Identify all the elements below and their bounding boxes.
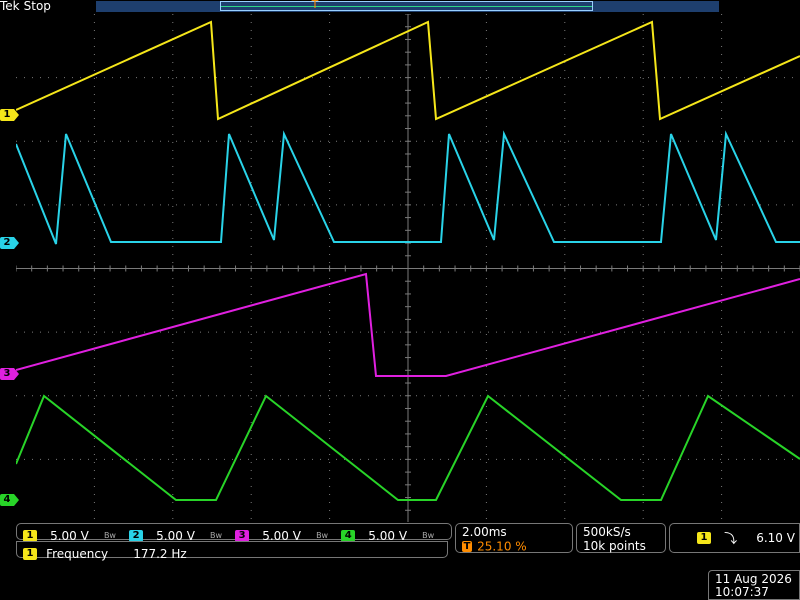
trigger-level: 6.10 V <box>756 530 795 545</box>
channel-1-ground-marker[interactable]: 1 <box>0 109 19 121</box>
channel-2-ground-marker[interactable]: 2 <box>0 237 19 249</box>
brand-status: Tek Stop <box>0 0 51 13</box>
record-length: 10k points <box>583 539 646 553</box>
channel-2-marker-label: 2 <box>3 237 11 248</box>
channel-4-marker-label: 4 <box>3 494 11 505</box>
bandwidth-limit-icon: Bw <box>103 531 116 540</box>
channel-scale-readout[interactable]: 1 5.00 V Bw 2 5.00 V Bw 3 5.00 V Bw 4 5.… <box>16 523 452 543</box>
horizontal-readout[interactable]: 2.00ms T 25.10 % <box>455 523 573 554</box>
measurement-label: Frequency <box>46 546 109 561</box>
acquisition-state: Stop <box>23 0 51 13</box>
graticule-grid <box>16 14 800 523</box>
trigger-position-value: 25.10 % <box>477 539 527 554</box>
acquisition-readout[interactable]: 500kS/s 10k points <box>576 523 666 553</box>
channel-4-badge: 4 <box>341 529 356 542</box>
readout-panel: 1 5.00 V Bw 2 5.00 V Bw 3 5.00 V Bw 4 5.… <box>0 522 800 600</box>
channel-1-marker-label: 1 <box>3 109 11 120</box>
top-status-bar: Tek Stop T <box>0 0 800 14</box>
trigger-source-badge: 1 <box>697 531 711 544</box>
trigger-readout[interactable]: 1 ⤵ 6.10 V <box>669 523 800 553</box>
channel-1-badge: 1 <box>23 529 37 542</box>
measurement-readout[interactable]: 1 Frequency 177.2 Hz <box>16 541 448 561</box>
sample-rate: 500kS/s <box>583 525 631 539</box>
channel-2-badge: 2 <box>129 529 144 542</box>
channel-3-badge: 3 <box>235 529 250 542</box>
channel-3-marker-label: 3 <box>3 368 11 379</box>
waveform-display[interactable] <box>16 14 800 523</box>
trigger-position-marker[interactable]: T <box>310 0 320 12</box>
trigger-position-icon: T <box>462 541 472 552</box>
channel-3-ground-marker[interactable]: 3 <box>0 368 19 380</box>
bandwidth-limit-icon: Bw <box>316 531 329 540</box>
measurement-value: 177.2 Hz <box>133 546 187 561</box>
date-time-display: 11 Aug 2026 10:07:37 <box>708 570 800 600</box>
measurement-channel-badge: 1 <box>23 547 37 560</box>
falling-edge-icon: ⤵ <box>724 532 738 547</box>
time-per-division: 2.00ms <box>462 525 507 539</box>
time: 10:07:37 <box>715 585 769 599</box>
channel-4-ground-marker[interactable]: 4 <box>0 494 19 506</box>
brand-logo: Tek <box>0 0 20 13</box>
record-view-window[interactable] <box>220 1 593 11</box>
bandwidth-limit-icon: Bw <box>210 531 223 540</box>
bandwidth-limit-icon: Bw <box>422 531 435 540</box>
trigger-marker-label: T <box>311 0 319 11</box>
